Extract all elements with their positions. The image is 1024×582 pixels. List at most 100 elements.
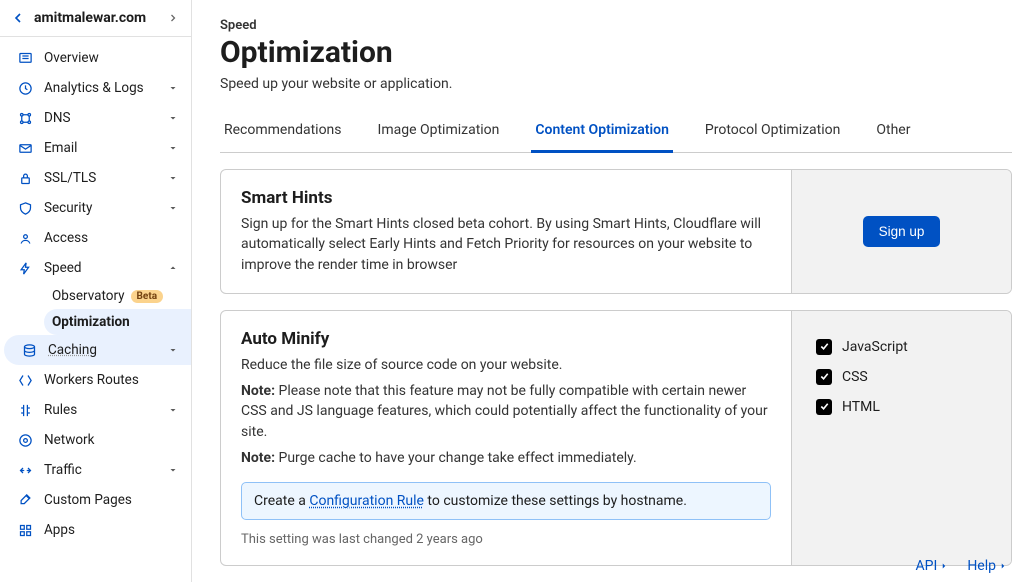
option-label: JavaScript bbox=[842, 339, 908, 355]
sidebar-item-ssl[interactable]: SSL/TLS bbox=[0, 163, 191, 193]
minify-option-javascript[interactable]: JavaScript bbox=[816, 339, 987, 355]
sidebar-nav: Overview Analytics & Logs DNS Email bbox=[0, 37, 191, 582]
option-label: HTML bbox=[842, 399, 880, 415]
checkbox-icon bbox=[816, 339, 832, 355]
beta-badge: Beta bbox=[131, 290, 164, 303]
chevron-down-icon bbox=[167, 82, 179, 94]
card-smart-hints: Smart Hints Sign up for the Smart Hints … bbox=[220, 169, 1012, 294]
traffic-icon bbox=[16, 463, 34, 478]
option-label: CSS bbox=[842, 369, 868, 385]
nav-label: SSL/TLS bbox=[44, 170, 167, 186]
nav-label: Speed bbox=[44, 260, 167, 276]
breadcrumb: Speed bbox=[220, 18, 1012, 33]
nav-label: Optimization bbox=[52, 314, 130, 330]
lock-icon bbox=[16, 171, 34, 186]
nav-label: Overview bbox=[44, 50, 179, 66]
main-content: Speed Optimization Speed up your website… bbox=[192, 0, 1024, 582]
chevron-down-icon bbox=[167, 112, 179, 124]
sidebar: amitmalewar.com Overview Analytics & Log… bbox=[0, 0, 192, 582]
minify-option-html[interactable]: HTML bbox=[816, 399, 987, 415]
chevron-down-icon bbox=[167, 172, 179, 184]
sidebar-subitem-optimization[interactable]: Optimization bbox=[44, 309, 191, 335]
caching-icon bbox=[20, 343, 38, 358]
back-arrow-icon[interactable] bbox=[10, 10, 26, 26]
nav-label: Network bbox=[44, 432, 179, 448]
sidebar-item-network[interactable]: Network bbox=[0, 425, 191, 455]
sign-up-button[interactable]: Sign up bbox=[863, 216, 941, 247]
speed-icon bbox=[16, 261, 34, 276]
tab-recommendations[interactable]: Recommendations bbox=[220, 112, 346, 152]
sidebar-item-rules[interactable]: Rules bbox=[0, 395, 191, 425]
sidebar-item-email[interactable]: Email bbox=[0, 133, 191, 163]
nav-label: Apps bbox=[44, 522, 179, 538]
tabs: Recommendations Image Optimization Conte… bbox=[220, 112, 1012, 153]
tab-other[interactable]: Other bbox=[872, 112, 914, 152]
page-subtitle: Speed up your website or application. bbox=[220, 76, 1012, 92]
domain-name: amitmalewar.com bbox=[34, 10, 167, 26]
card-title: Auto Minify bbox=[241, 329, 771, 349]
card-auto-minify: Auto Minify Reduce the file size of sour… bbox=[220, 310, 1012, 566]
config-rule-hint: Create a Configuration Rule to customize… bbox=[241, 482, 771, 520]
card-body-text: Reduce the file size of source code on y… bbox=[241, 355, 771, 375]
minify-option-css[interactable]: CSS bbox=[816, 369, 987, 385]
nav-label: Email bbox=[44, 140, 167, 156]
rules-icon bbox=[16, 403, 34, 418]
card-body-text: Sign up for the Smart Hints closed beta … bbox=[241, 214, 771, 275]
chevron-down-icon bbox=[167, 202, 179, 214]
help-link[interactable]: Help bbox=[967, 558, 1008, 574]
sidebar-item-custom-pages[interactable]: Custom Pages bbox=[0, 485, 191, 515]
sidebar-item-traffic[interactable]: Traffic bbox=[0, 455, 191, 485]
note-2: Note: Purge cache to have your change ta… bbox=[241, 448, 771, 468]
nav-label: Custom Pages bbox=[44, 492, 179, 508]
card-title: Smart Hints bbox=[241, 188, 771, 208]
nav-label: DNS bbox=[44, 110, 167, 126]
domain-selector[interactable]: amitmalewar.com bbox=[0, 0, 191, 37]
sidebar-item-overview[interactable]: Overview bbox=[0, 43, 191, 73]
chevron-down-icon bbox=[167, 404, 179, 416]
tab-content-optimization[interactable]: Content Optimization bbox=[531, 112, 673, 153]
last-changed-meta: This setting was last changed 2 years ag… bbox=[241, 532, 771, 547]
sidebar-item-workers[interactable]: Workers Routes bbox=[0, 365, 191, 395]
sidebar-item-analytics[interactable]: Analytics & Logs bbox=[0, 73, 191, 103]
overview-icon bbox=[16, 51, 34, 66]
sidebar-item-dns[interactable]: DNS bbox=[0, 103, 191, 133]
email-icon bbox=[16, 141, 34, 156]
sidebar-sub-speed: Observatory Beta Optimization bbox=[0, 283, 191, 335]
api-link[interactable]: API bbox=[916, 558, 950, 574]
note-1: Note: Please note that this feature may … bbox=[241, 381, 771, 442]
chevron-down-icon bbox=[167, 344, 179, 356]
sidebar-item-apps[interactable]: Apps bbox=[0, 515, 191, 545]
shield-icon bbox=[16, 201, 34, 216]
network-icon bbox=[16, 433, 34, 448]
access-icon bbox=[16, 231, 34, 246]
sidebar-item-caching[interactable]: Caching bbox=[4, 335, 191, 365]
nav-label: Security bbox=[44, 200, 167, 216]
analytics-icon bbox=[16, 81, 34, 96]
workers-icon bbox=[16, 373, 34, 388]
nav-label: Access bbox=[44, 230, 179, 246]
chevron-up-icon bbox=[167, 262, 179, 274]
nav-label: Traffic bbox=[44, 462, 167, 478]
config-rule-link[interactable]: Configuration Rule bbox=[309, 493, 424, 509]
page-title: Optimization bbox=[220, 35, 1012, 70]
nav-label: Caching bbox=[48, 342, 167, 358]
tab-image-optimization[interactable]: Image Optimization bbox=[374, 112, 504, 152]
sidebar-item-security[interactable]: Security bbox=[0, 193, 191, 223]
sidebar-subitem-observatory[interactable]: Observatory Beta bbox=[44, 283, 191, 309]
apps-icon bbox=[16, 523, 34, 538]
tab-protocol-optimization[interactable]: Protocol Optimization bbox=[701, 112, 844, 152]
dns-icon bbox=[16, 111, 34, 126]
nav-label: Observatory bbox=[52, 288, 125, 304]
custom-pages-icon bbox=[16, 493, 34, 508]
chevron-down-icon bbox=[167, 464, 179, 476]
checkbox-icon bbox=[816, 369, 832, 385]
sidebar-item-access[interactable]: Access bbox=[0, 223, 191, 253]
nav-label: Workers Routes bbox=[44, 372, 179, 388]
nav-label: Rules bbox=[44, 402, 167, 418]
nav-label: Analytics & Logs bbox=[44, 80, 167, 96]
checkbox-icon bbox=[816, 399, 832, 415]
chevron-down-icon bbox=[167, 142, 179, 154]
sidebar-item-speed[interactable]: Speed bbox=[0, 253, 191, 283]
chevron-right-icon bbox=[167, 12, 179, 24]
footer-links: API Help bbox=[0, 558, 1024, 574]
